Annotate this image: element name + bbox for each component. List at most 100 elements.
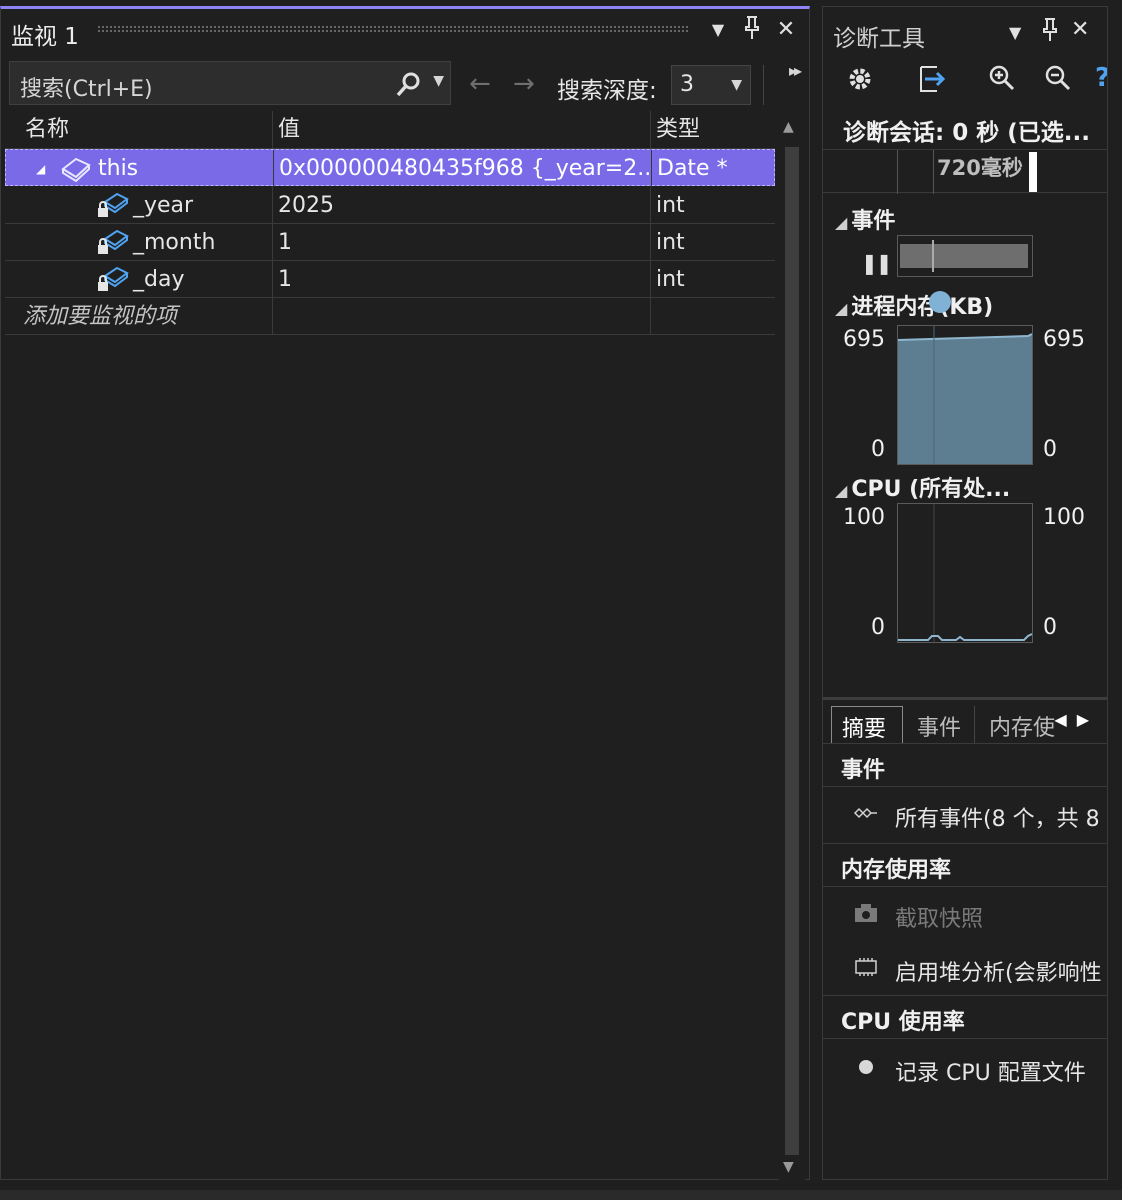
row-name-cell: _month (97, 224, 267, 261)
forward-arrow-icon[interactable]: → (513, 69, 535, 99)
chip-icon (855, 958, 877, 976)
all-events-label: 所有事件(8 个，共 8 (895, 807, 1100, 832)
timeline-cursor[interactable] (1029, 152, 1037, 192)
cpu-chart[interactable] (897, 503, 1033, 643)
chevron-down-icon: ▼ (731, 77, 742, 93)
pin-icon[interactable] (737, 15, 767, 45)
cpu-axis-min-left: 0 (871, 615, 885, 640)
row-type: Date * (651, 150, 776, 187)
summary-cpu-header: CPU 使用率 (823, 995, 1107, 1039)
vertical-scrollbar[interactable]: ▲ ▼ (779, 113, 805, 1183)
search-input[interactable]: 搜索(Ctrl+E) ▼ (9, 61, 451, 105)
toolbar-overflow-icon[interactable]: ▸▸ (789, 61, 802, 80)
cpu-axis-min-right: 0 (1043, 615, 1057, 640)
row-name-cell: _year (97, 187, 267, 224)
timeline-tick (933, 150, 934, 194)
zoom-in-icon[interactable] (985, 61, 1019, 97)
tab-events[interactable]: 事件 (907, 706, 975, 744)
close-icon[interactable]: ✕ (1071, 17, 1089, 42)
add-watch-row[interactable]: 添加要监视的项 (5, 298, 775, 335)
title-grip[interactable] (97, 25, 689, 33)
back-arrow-icon[interactable]: ← (469, 69, 491, 99)
scrollbar-thumb[interactable] (785, 147, 799, 1155)
pin-icon[interactable] (1039, 17, 1061, 49)
column-header-value[interactable]: 值 (272, 111, 650, 148)
row-name-cell: this (60, 150, 270, 187)
search-options-dropdown-icon[interactable]: ▼ (433, 73, 444, 89)
watch-title: 监视 1 (11, 24, 79, 50)
row-name: _month (133, 230, 216, 255)
record-dot-icon (859, 1060, 873, 1074)
chevron-down-icon[interactable]: ▼ (1009, 23, 1021, 42)
help-icon[interactable]: ? (1095, 63, 1107, 93)
private-field-icon (98, 192, 129, 217)
watch-title-bar[interactable]: 监视 1 ▼ ✕ (1, 9, 809, 53)
object-icon (61, 157, 91, 183)
search-depth-label: 搜索深度: (557, 78, 657, 104)
close-icon[interactable]: ✕ (771, 15, 801, 45)
table-row[interactable]: _year 2025 int (5, 187, 775, 224)
enable-heap-profiling-label: 启用堆分析(会影响性 (895, 961, 1102, 986)
collapse-triangle-icon[interactable]: ◢ (36, 162, 45, 176)
diagnostics-panel: 诊断工具 ▼ ✕ ? 诊断会话: 0 秒 (已选... 720毫秒 ◢事件 ❚❚ (822, 6, 1108, 1180)
search-depth-value: 3 (680, 72, 694, 97)
watch-panel: 监视 1 ▼ ✕ 搜索(Ctrl+E) ▼ ← → 搜索深度: 3 ▼ ▸▸ 名… (0, 6, 810, 1183)
row-value[interactable]: 1 (272, 224, 650, 261)
search-depth-select[interactable]: 3 ▼ (671, 65, 751, 105)
memory-chart[interactable] (897, 325, 1033, 465)
column-header-type[interactable]: 类型 (650, 111, 775, 148)
gear-icon[interactable] (843, 61, 877, 97)
bottom-status-strip (0, 1190, 1122, 1200)
table-row[interactable]: _month 1 int (5, 224, 775, 261)
memory-section-title[interactable]: ◢ 进程内存(KB) (835, 289, 993, 321)
all-events-link[interactable]: 所有事件(8 个，共 8 (823, 789, 1107, 839)
search-icon[interactable] (394, 69, 424, 99)
memory-section-label: 进程内存(KB) (851, 295, 994, 320)
add-watch-placeholder[interactable]: 添加要监视的项 (23, 298, 273, 335)
private-field-icon (98, 266, 129, 291)
record-cpu-profile-button[interactable]: 记录 CPU 配置文件 (823, 1043, 1107, 1093)
session-status: 诊断会话: 0 秒 (已选... (843, 120, 1090, 146)
table-row[interactable]: ◢ this 0x000000480435f968 {_year=2... Da… (5, 149, 776, 187)
row-type: int (650, 261, 775, 298)
table-row[interactable]: _day 1 int (5, 261, 775, 298)
timeline-ruler[interactable]: 720毫秒 (823, 149, 1107, 194)
timeline-tick (897, 150, 898, 194)
collapse-triangle-icon[interactable]: ◢ (835, 481, 847, 500)
collapse-triangle-icon[interactable]: ◢ (835, 299, 847, 318)
memory-axis-max-right: 695 (1043, 327, 1085, 352)
summary-memory-header-label: 内存使用率 (841, 858, 952, 883)
chevron-down-icon[interactable]: ▼ (703, 15, 733, 45)
tab-memory[interactable]: 内存使 (979, 706, 1055, 744)
take-snapshot-button[interactable]: 截取快照 (823, 889, 1107, 939)
collapse-triangle-icon[interactable]: ◢ (835, 213, 847, 232)
pause-icon[interactable]: ❚❚ (861, 251, 892, 275)
events-track[interactable] (897, 235, 1033, 277)
row-value[interactable]: 1 (272, 261, 650, 298)
scroll-down-icon[interactable]: ▼ (783, 1159, 794, 1175)
memory-axis-min-right: 0 (1043, 437, 1057, 462)
diagnostics-title: 诊断工具 (833, 26, 925, 52)
row-value[interactable]: 2025 (272, 187, 650, 224)
row-name-cell: _day (97, 261, 267, 298)
memory-axis-max-left: 695 (843, 327, 885, 352)
scroll-up-icon[interactable]: ▲ (783, 119, 794, 135)
row-value[interactable]: 0x000000480435f968 {_year=2... (273, 150, 651, 187)
memory-chart-area (897, 326, 1033, 464)
zoom-out-icon[interactable] (1041, 61, 1075, 97)
column-header-name[interactable]: 名称 (25, 111, 276, 148)
timeline-label: 720毫秒 (937, 156, 1023, 180)
events-bar (900, 244, 1028, 268)
empty-value-cell (272, 298, 650, 335)
camera-icon (855, 904, 877, 922)
export-icon[interactable] (913, 61, 947, 97)
events-section-title[interactable]: ◢ 事件 (835, 203, 895, 235)
tab-summary[interactable]: 摘要 (831, 706, 903, 744)
search-placeholder: 搜索(Ctrl+E) (20, 77, 153, 102)
tab-scroll-arrows-icon[interactable]: ◀▶ (1054, 710, 1099, 729)
cpu-axis-max-right: 100 (1043, 505, 1085, 530)
memory-axis-min-left: 0 (871, 437, 885, 462)
row-name: _year (133, 193, 194, 218)
cpu-section-title[interactable]: ◢ CPU (所有处... (835, 471, 1010, 503)
enable-heap-profiling-button[interactable]: 启用堆分析(会影响性 (823, 943, 1107, 993)
